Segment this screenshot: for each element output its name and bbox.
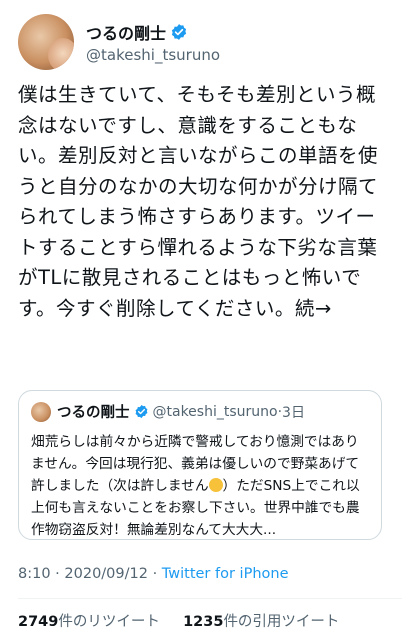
author-names: つるの剛士 @takeshi_tsuruno	[86, 20, 220, 64]
source-separator: ·	[147, 566, 162, 582]
tweet-time[interactable]: 8:10	[18, 566, 51, 582]
quoted-author-handle: @takeshi_tsuruno	[152, 403, 278, 420]
quoted-tweet-card[interactable]: つるの剛士 @takeshi_tsuruno · 3日 畑荒らしは前々から近隣で…	[18, 390, 382, 540]
retweets-count: 2749	[18, 614, 59, 630]
tweet-text: 僕は生きていて、そもそも差別という概念はないですし、意識をすることもない。差別反…	[18, 83, 379, 320]
verified-badge-icon	[171, 24, 187, 40]
quoted-tweet-text: 畑荒らしは前々から近隣で警戒しており憶測ではありません。今回は現行犯、義弟は優し…	[31, 431, 371, 541]
tweet-source-link[interactable]: Twitter for iPhone	[162, 566, 289, 582]
quoted-author-avatar	[31, 401, 51, 422]
quotes-label: 件の引用ツイート	[223, 614, 340, 630]
angry-face-emoji-icon	[208, 478, 223, 492]
author-avatar[interactable]	[18, 14, 74, 70]
avatar-child-face	[48, 38, 74, 70]
quotes-stat[interactable]: 1235件の引用ツイート	[183, 614, 339, 630]
retweets-stat[interactable]: 2749件のリツイート	[18, 614, 160, 630]
quoted-author-display-name: つるの剛士	[57, 405, 130, 421]
display-name-row[interactable]: つるの剛士	[86, 20, 220, 44]
quoted-tweet-header: つるの剛士 @takeshi_tsuruno · 3日	[31, 401, 305, 422]
tweet-date[interactable]: 2020/09/12	[64, 566, 148, 582]
tweet-stats: 2749件のリツイート 1235件の引用ツイート	[18, 610, 339, 631]
quoted-age: 3日	[282, 404, 305, 421]
tweet-header: つるの剛士 @takeshi_tsuruno	[18, 12, 388, 72]
author-handle[interactable]: @takeshi_tsuruno	[86, 46, 220, 64]
quotes-count: 1235	[183, 614, 224, 630]
timestamp-separator: ·	[50, 566, 65, 582]
quoted-verified-badge-icon	[135, 404, 147, 419]
retweets-label: 件のリツイート	[58, 614, 160, 630]
tweet-timestamp-row: 8:10 · 2020/09/12 · Twitter for iPhone	[18, 566, 289, 582]
divider	[18, 598, 402, 599]
author-display-name[interactable]: つるの剛士	[86, 20, 166, 44]
